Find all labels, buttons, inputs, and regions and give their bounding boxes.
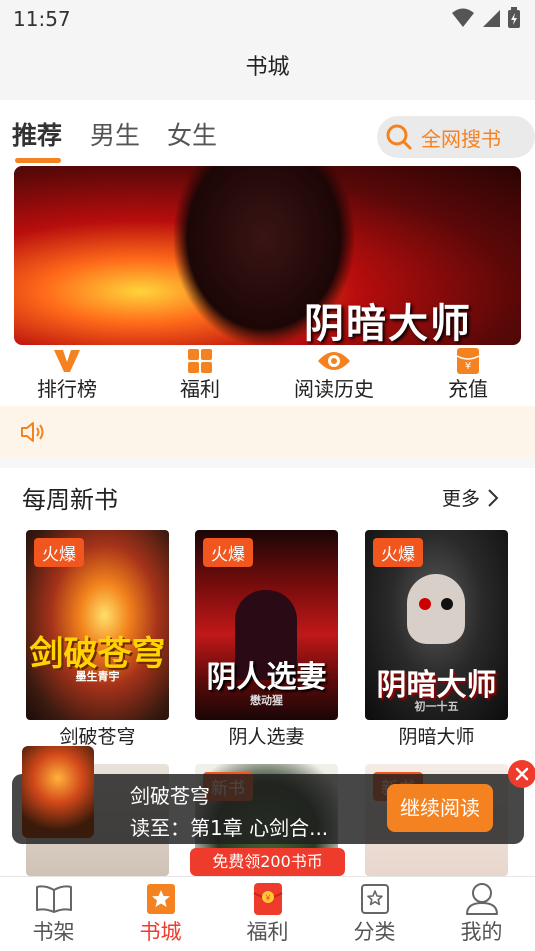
book-card[interactable]: 剑破苍穹 墨生青宇 火爆 剑破苍穹 <box>26 530 169 749</box>
quick-nav-label: 排行榜 <box>37 377 97 401</box>
promo-banner[interactable]: 阴暗大师 <box>14 166 521 345</box>
user-icon <box>465 883 498 915</box>
grid-icon <box>188 349 212 373</box>
bottom-nav-category[interactable]: 分类 <box>321 881 428 947</box>
bottom-nav-bookshelf[interactable]: 书架 <box>0 881 107 947</box>
svg-text:¥: ¥ <box>465 361 471 372</box>
bottom-nav: 书架 书城 ¥ 福利 分类 我的 <box>0 876 535 951</box>
search-icon <box>386 124 412 150</box>
cover-title: 阴人选妻 <box>206 660 327 695</box>
eye-icon <box>318 352 350 370</box>
book-card[interactable]: 阴暗大师 初一十五 火爆 阴暗大师 <box>365 530 508 749</box>
quick-nav-ranking[interactable]: 排行榜 <box>12 346 122 402</box>
continue-book-cover <box>22 746 94 838</box>
signal-icon <box>483 10 500 27</box>
cover-author: 墨生青宇 <box>75 670 120 683</box>
book-cover: 阴人选妻 懋动猩 火爆 <box>195 530 338 720</box>
book-cover: 阴暗大师 初一十五 火爆 <box>365 530 508 720</box>
more-label: 更多 <box>442 488 481 510</box>
yuan-icon: ¥ <box>456 348 480 374</box>
bottom-nav-welfare[interactable]: ¥ 福利 <box>214 881 321 947</box>
tab-male[interactable]: 男生 <box>90 116 140 152</box>
app-screen: 11:57 书城 推荐 男生 女生 全网搜书 阴暗大师 排行榜 福利 阅读历史 … <box>0 0 535 951</box>
continue-reading-button[interactable]: 继续阅读 <box>387 784 493 832</box>
book-card[interactable]: 阴人选妻 懋动猩 火爆 阴人选妻 <box>195 530 338 749</box>
section-title: 每周新书 <box>22 486 118 514</box>
store-star-icon <box>146 884 175 914</box>
page-title: 书城 <box>245 55 290 80</box>
quick-nav: 排行榜 福利 阅读历史 ¥ 充值 <box>0 346 535 406</box>
chevron-right-icon <box>488 488 499 507</box>
ranking-v-icon <box>54 350 80 372</box>
book-title: 阴人选妻 <box>228 726 305 748</box>
search-label: 全网搜书 <box>421 126 501 151</box>
bottom-nav-label: 分类 <box>353 920 396 944</box>
wifi-icon <box>452 8 474 27</box>
bottom-nav-store[interactable]: 书城 <box>107 881 214 947</box>
quick-nav-label: 阅读历史 <box>294 377 374 401</box>
continue-book-title: 剑破苍穹 <box>130 784 210 808</box>
quick-nav-history[interactable]: 阅读历史 <box>279 346 389 402</box>
quick-nav-label: 充值 <box>448 377 488 401</box>
section-divider <box>0 458 535 468</box>
promo-badge[interactable]: 免费领200书币 <box>190 848 345 876</box>
tab-female[interactable]: 女生 <box>167 116 217 152</box>
status-bar: 11:57 <box>0 0 535 38</box>
bottom-nav-label: 书架 <box>32 920 75 944</box>
hot-badge: 火爆 <box>203 538 253 567</box>
bottom-nav-label: 书城 <box>139 920 182 944</box>
banner-title: 阴暗大师 <box>304 300 472 345</box>
quick-nav-welfare[interactable]: 福利 <box>145 346 255 402</box>
hot-badge: 火爆 <box>373 538 423 567</box>
bottom-nav-label: 我的 <box>460 920 503 944</box>
speaker-icon <box>21 422 44 442</box>
book-title: 剑破苍穹 <box>59 726 136 748</box>
bottom-nav-profile[interactable]: 我的 <box>428 881 535 947</box>
red-envelope-icon: ¥ <box>252 883 283 915</box>
title-bar: 书城 <box>0 38 535 100</box>
cover-author: 懋动猩 <box>250 694 283 707</box>
book-title: 阴暗大师 <box>398 726 475 748</box>
book-cover: 剑破苍穹 墨生青宇 火爆 <box>26 530 169 720</box>
status-time: 11:57 <box>13 7 71 31</box>
book-icon <box>35 885 72 913</box>
search-button[interactable]: 全网搜书 <box>377 116 535 158</box>
more-link[interactable]: 更多 <box>442 484 500 511</box>
cover-author: 初一十五 <box>414 700 459 713</box>
tab-indicator <box>15 158 61 163</box>
status-icons <box>451 7 521 29</box>
close-button[interactable] <box>508 760 535 788</box>
category-tabs: 推荐 男生 女生 全网搜书 <box>0 100 535 166</box>
continue-progress: 读至：第1章 心剑合... <box>130 816 329 840</box>
tab-recommend[interactable]: 推荐 <box>12 116 62 152</box>
continue-reading-bar[interactable]: 剑破苍穹 读至：第1章 心剑合... 继续阅读 <box>12 746 535 844</box>
notice-bar[interactable] <box>0 406 535 458</box>
quick-nav-recharge[interactable]: ¥ 充值 <box>413 346 523 402</box>
battery-icon <box>508 7 520 28</box>
svg-text:¥: ¥ <box>265 894 270 903</box>
bottom-nav-label: 福利 <box>246 920 289 944</box>
hot-badge: 火爆 <box>34 538 84 567</box>
category-icon <box>360 884 389 914</box>
close-icon <box>515 767 529 781</box>
quick-nav-label: 福利 <box>180 377 220 401</box>
